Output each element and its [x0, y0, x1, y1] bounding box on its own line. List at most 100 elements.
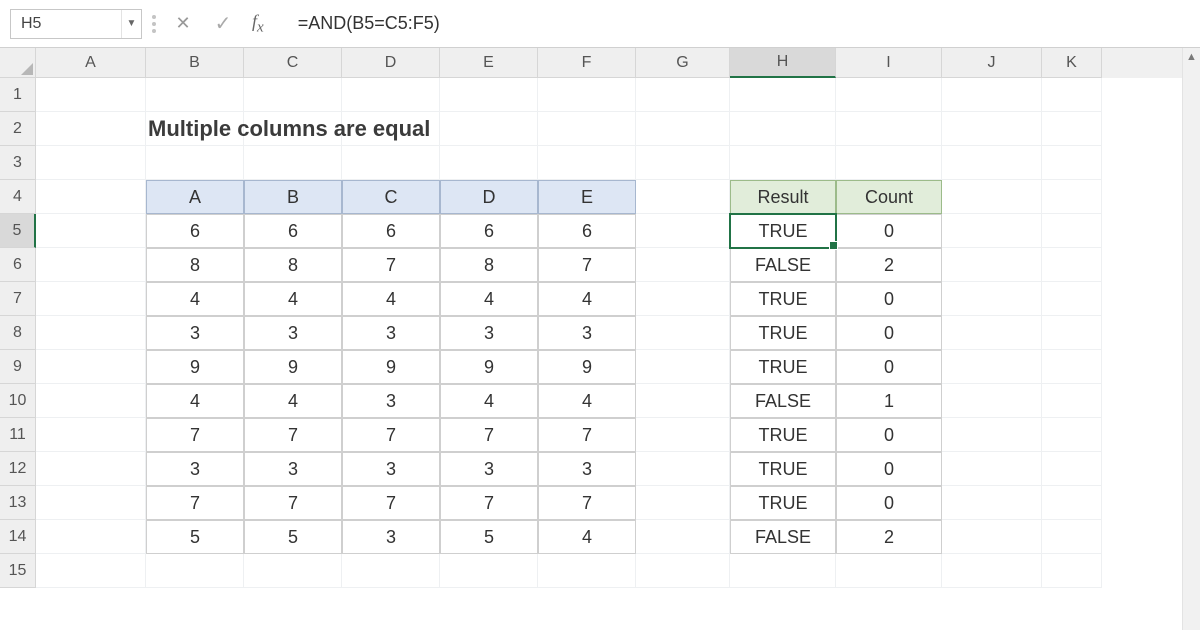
name-box[interactable]: H5 ▼	[10, 9, 142, 39]
cell-K4[interactable]	[1042, 180, 1102, 214]
cell-H9[interactable]: TRUE	[730, 350, 836, 384]
cell-C12[interactable]: 3	[244, 452, 342, 486]
cell-C13[interactable]: 7	[244, 486, 342, 520]
cell-E7[interactable]: 4	[440, 282, 538, 316]
cell-H15[interactable]	[730, 554, 836, 588]
col-header-E[interactable]: E	[440, 48, 538, 78]
cell-J13[interactable]	[942, 486, 1042, 520]
cell-I10[interactable]: 1	[836, 384, 942, 418]
cell-E14[interactable]: 5	[440, 520, 538, 554]
cell-H14[interactable]: FALSE	[730, 520, 836, 554]
cell-K14[interactable]	[1042, 520, 1102, 554]
cell-J1[interactable]	[942, 78, 1042, 112]
cell-A10[interactable]	[36, 384, 146, 418]
cell-I8[interactable]: 0	[836, 316, 942, 350]
cell-A12[interactable]	[36, 452, 146, 486]
cell-I12[interactable]: 0	[836, 452, 942, 486]
row-header-6[interactable]: 6	[0, 248, 36, 282]
cell-H13[interactable]: TRUE	[730, 486, 836, 520]
cell-D7[interactable]: 4	[342, 282, 440, 316]
cell-H1[interactable]	[730, 78, 836, 112]
cell-E5[interactable]: 6	[440, 214, 538, 248]
cell-J14[interactable]	[942, 520, 1042, 554]
cell-J15[interactable]	[942, 554, 1042, 588]
cell-I11[interactable]: 0	[836, 418, 942, 452]
row-header-4[interactable]: 4	[0, 180, 36, 214]
row-header-7[interactable]: 7	[0, 282, 36, 316]
cell-C3[interactable]	[244, 146, 342, 180]
col-header-J[interactable]: J	[942, 48, 1042, 78]
cell-G1[interactable]	[636, 78, 730, 112]
cell-G2[interactable]	[636, 112, 730, 146]
formula-bar-resize-handle[interactable]	[152, 13, 158, 35]
cell-B15[interactable]	[146, 554, 244, 588]
cell-D1[interactable]	[342, 78, 440, 112]
data-header-E[interactable]: E	[538, 180, 636, 214]
cell-A13[interactable]	[36, 486, 146, 520]
cell-F5[interactable]: 6	[538, 214, 636, 248]
cell-F7[interactable]: 4	[538, 282, 636, 316]
cell-I15[interactable]	[836, 554, 942, 588]
cell-K11[interactable]	[1042, 418, 1102, 452]
cell-J9[interactable]	[942, 350, 1042, 384]
cell-I9[interactable]: 0	[836, 350, 942, 384]
col-header-D[interactable]: D	[342, 48, 440, 78]
col-header-F[interactable]: F	[538, 48, 636, 78]
cell-I3[interactable]	[836, 146, 942, 180]
cell-G4[interactable]	[636, 180, 730, 214]
cell-D10[interactable]: 3	[342, 384, 440, 418]
col-header-H[interactable]: H	[730, 48, 836, 78]
row-header-10[interactable]: 10	[0, 384, 36, 418]
cell-E13[interactable]: 7	[440, 486, 538, 520]
cell-B5[interactable]: 6	[146, 214, 244, 248]
cell-G11[interactable]	[636, 418, 730, 452]
cell-B1[interactable]	[146, 78, 244, 112]
col-header-A[interactable]: A	[36, 48, 146, 78]
cell-I6[interactable]: 2	[836, 248, 942, 282]
cell-H3[interactable]	[730, 146, 836, 180]
cell-F12[interactable]: 3	[538, 452, 636, 486]
cell-F13[interactable]: 7	[538, 486, 636, 520]
cell-B6[interactable]: 8	[146, 248, 244, 282]
cell-B9[interactable]: 9	[146, 350, 244, 384]
cell-E11[interactable]: 7	[440, 418, 538, 452]
cell-I13[interactable]: 0	[836, 486, 942, 520]
formula-input[interactable]: =AND(B5=C5:F5)	[278, 13, 1190, 34]
cell-D9[interactable]: 9	[342, 350, 440, 384]
cell-A7[interactable]	[36, 282, 146, 316]
data-header-D[interactable]: D	[440, 180, 538, 214]
cell-G6[interactable]	[636, 248, 730, 282]
cell-G14[interactable]	[636, 520, 730, 554]
cell-K13[interactable]	[1042, 486, 1102, 520]
cell-G15[interactable]	[636, 554, 730, 588]
row-header-1[interactable]: 1	[0, 78, 36, 112]
cell-G12[interactable]	[636, 452, 730, 486]
cell-H2[interactable]	[730, 112, 836, 146]
cell-D12[interactable]: 3	[342, 452, 440, 486]
cell-K7[interactable]	[1042, 282, 1102, 316]
cell-K15[interactable]	[1042, 554, 1102, 588]
cell-D3[interactable]	[342, 146, 440, 180]
cell-D11[interactable]: 7	[342, 418, 440, 452]
data-header-B[interactable]: B	[244, 180, 342, 214]
cell-F10[interactable]: 4	[538, 384, 636, 418]
cell-E3[interactable]	[440, 146, 538, 180]
cell-I5[interactable]: 0	[836, 214, 942, 248]
cell-H5[interactable]: TRUE	[730, 214, 836, 248]
name-box-dropdown[interactable]: ▼	[121, 10, 141, 38]
cell-K9[interactable]	[1042, 350, 1102, 384]
cell-F1[interactable]	[538, 78, 636, 112]
cell-B3[interactable]	[146, 146, 244, 180]
cell-K8[interactable]	[1042, 316, 1102, 350]
cell-G10[interactable]	[636, 384, 730, 418]
cell-C8[interactable]: 3	[244, 316, 342, 350]
cell-G9[interactable]	[636, 350, 730, 384]
cell-E10[interactable]: 4	[440, 384, 538, 418]
cell-F9[interactable]: 9	[538, 350, 636, 384]
cell-E15[interactable]	[440, 554, 538, 588]
cell-H11[interactable]: TRUE	[730, 418, 836, 452]
cell-E1[interactable]	[440, 78, 538, 112]
cell-E6[interactable]: 8	[440, 248, 538, 282]
cell-H6[interactable]: FALSE	[730, 248, 836, 282]
row-header-14[interactable]: 14	[0, 520, 36, 554]
